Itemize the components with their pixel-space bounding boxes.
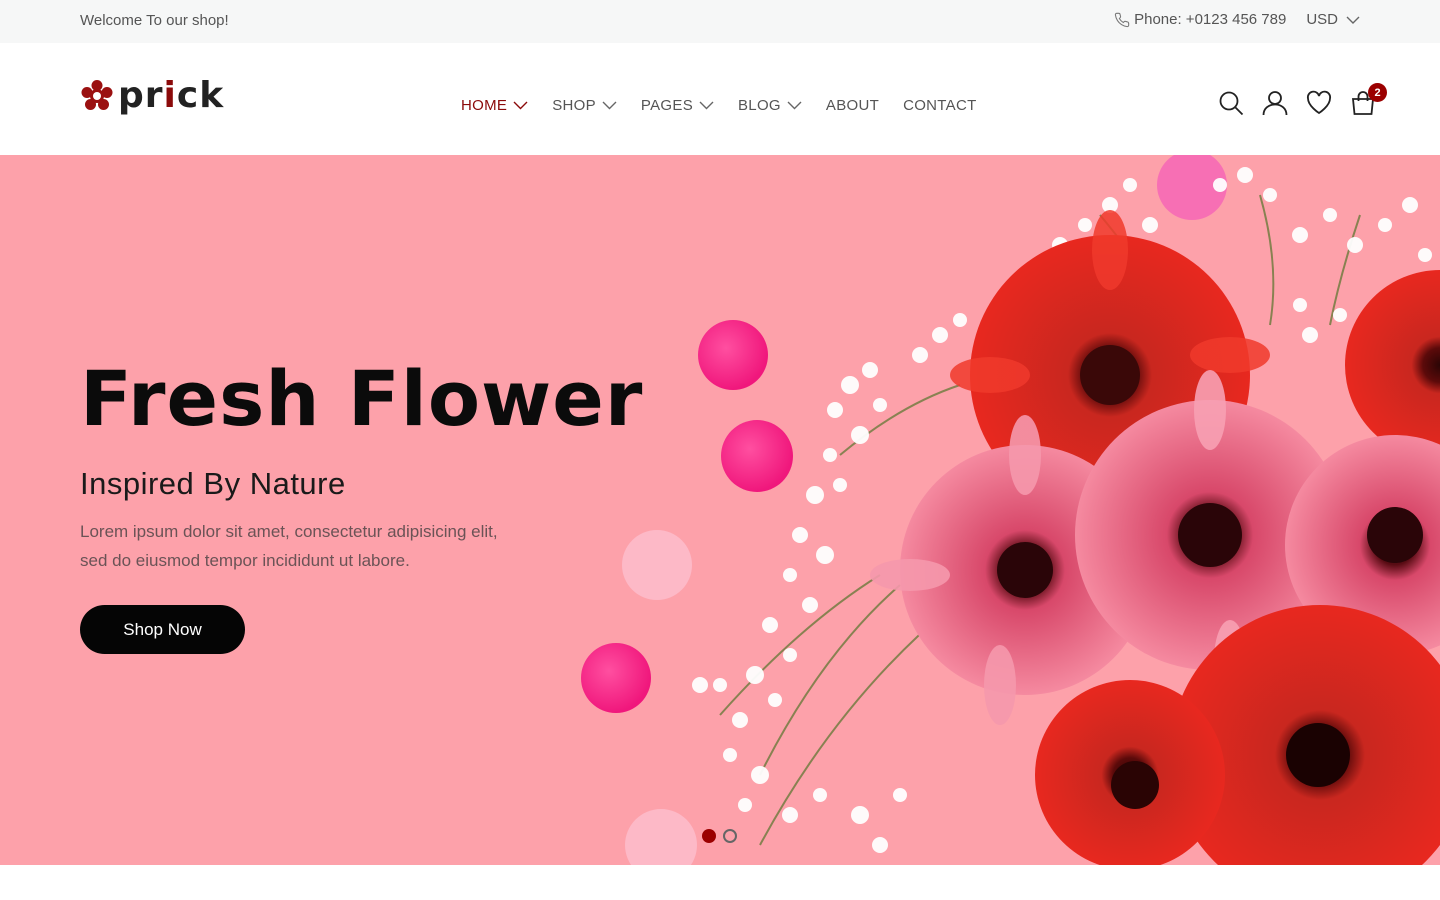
search-icon (1219, 91, 1244, 116)
nav-label: ABOUT (825, 97, 880, 114)
chevron-down-icon (787, 101, 802, 110)
wishlist-button[interactable] (1306, 90, 1332, 116)
hero-subtitle: Inspired By Nature (80, 466, 346, 501)
header-icons: 2 (1218, 83, 1387, 116)
nav-label: BLOG (738, 97, 781, 114)
shop-now-button[interactable]: Shop Now (80, 605, 245, 654)
phone-icon (1114, 12, 1130, 27)
next-section (0, 865, 1440, 900)
hero-description: Lorem ipsum dolor sit amet, consectetur … (80, 517, 550, 575)
chevron-down-icon (513, 101, 528, 110)
nav-item-blog[interactable]: BLOG (738, 97, 802, 114)
topbar-right: Phone: +0123 456 789 USD (1114, 11, 1360, 28)
chevron-down-icon (699, 101, 714, 110)
welcome-text: Welcome To our shop! (80, 12, 229, 29)
slider-pagination (702, 829, 737, 843)
cart-count-badge: 2 (1368, 83, 1387, 102)
flower-bouquet-image (581, 155, 1440, 865)
hero-title: Fresh Flower (80, 354, 644, 443)
logo-wordmark: prick (118, 75, 225, 116)
main-nav: HOME SHOP PAGES BLOG ABOUT CONTACT (461, 97, 977, 114)
cart-button[interactable]: 2 (1350, 83, 1387, 116)
nav-label: HOME (461, 97, 508, 114)
nav-item-home[interactable]: HOME (461, 97, 528, 114)
hero-slider: Fresh Flower Inspired By Nature Lorem ip… (0, 155, 1440, 865)
slider-dot-1[interactable] (702, 829, 716, 843)
chevron-down-icon (1346, 16, 1360, 24)
nav-label: CONTACT (903, 97, 977, 114)
heart-icon (1307, 90, 1331, 115)
currency-label: USD (1306, 11, 1338, 28)
nav-item-contact[interactable]: CONTACT (903, 97, 976, 114)
flower-logo-icon (81, 80, 113, 110)
account-button[interactable] (1262, 90, 1288, 116)
hero-description-line: Lorem ipsum dolor sit amet, consectetur … (80, 522, 498, 541)
nav-item-pages[interactable]: PAGES (641, 97, 714, 114)
topbar: Welcome To our shop! Phone: +0123 456 78… (0, 0, 1440, 43)
currency-selector[interactable]: USD (1306, 11, 1360, 28)
chevron-down-icon (602, 101, 617, 110)
phone-text: Phone: +0123 456 789 (1134, 11, 1287, 28)
user-icon (1262, 91, 1288, 116)
nav-label: PAGES (640, 97, 693, 114)
logo[interactable]: prick (80, 78, 224, 114)
phone-info[interactable]: Phone: +0123 456 789 (1114, 11, 1286, 28)
nav-item-about[interactable]: ABOUT (826, 97, 879, 114)
nav-label: SHOP (552, 97, 596, 114)
slider-dot-2[interactable] (723, 829, 737, 843)
search-button[interactable] (1218, 90, 1244, 116)
nav-item-shop[interactable]: SHOP (552, 97, 617, 114)
main-header: prick HOME SHOP PAGES BLOG ABOUT CONTACT (0, 43, 1440, 155)
hero-description-line: sed do eiusmod tempor incididunt ut labo… (80, 551, 410, 570)
